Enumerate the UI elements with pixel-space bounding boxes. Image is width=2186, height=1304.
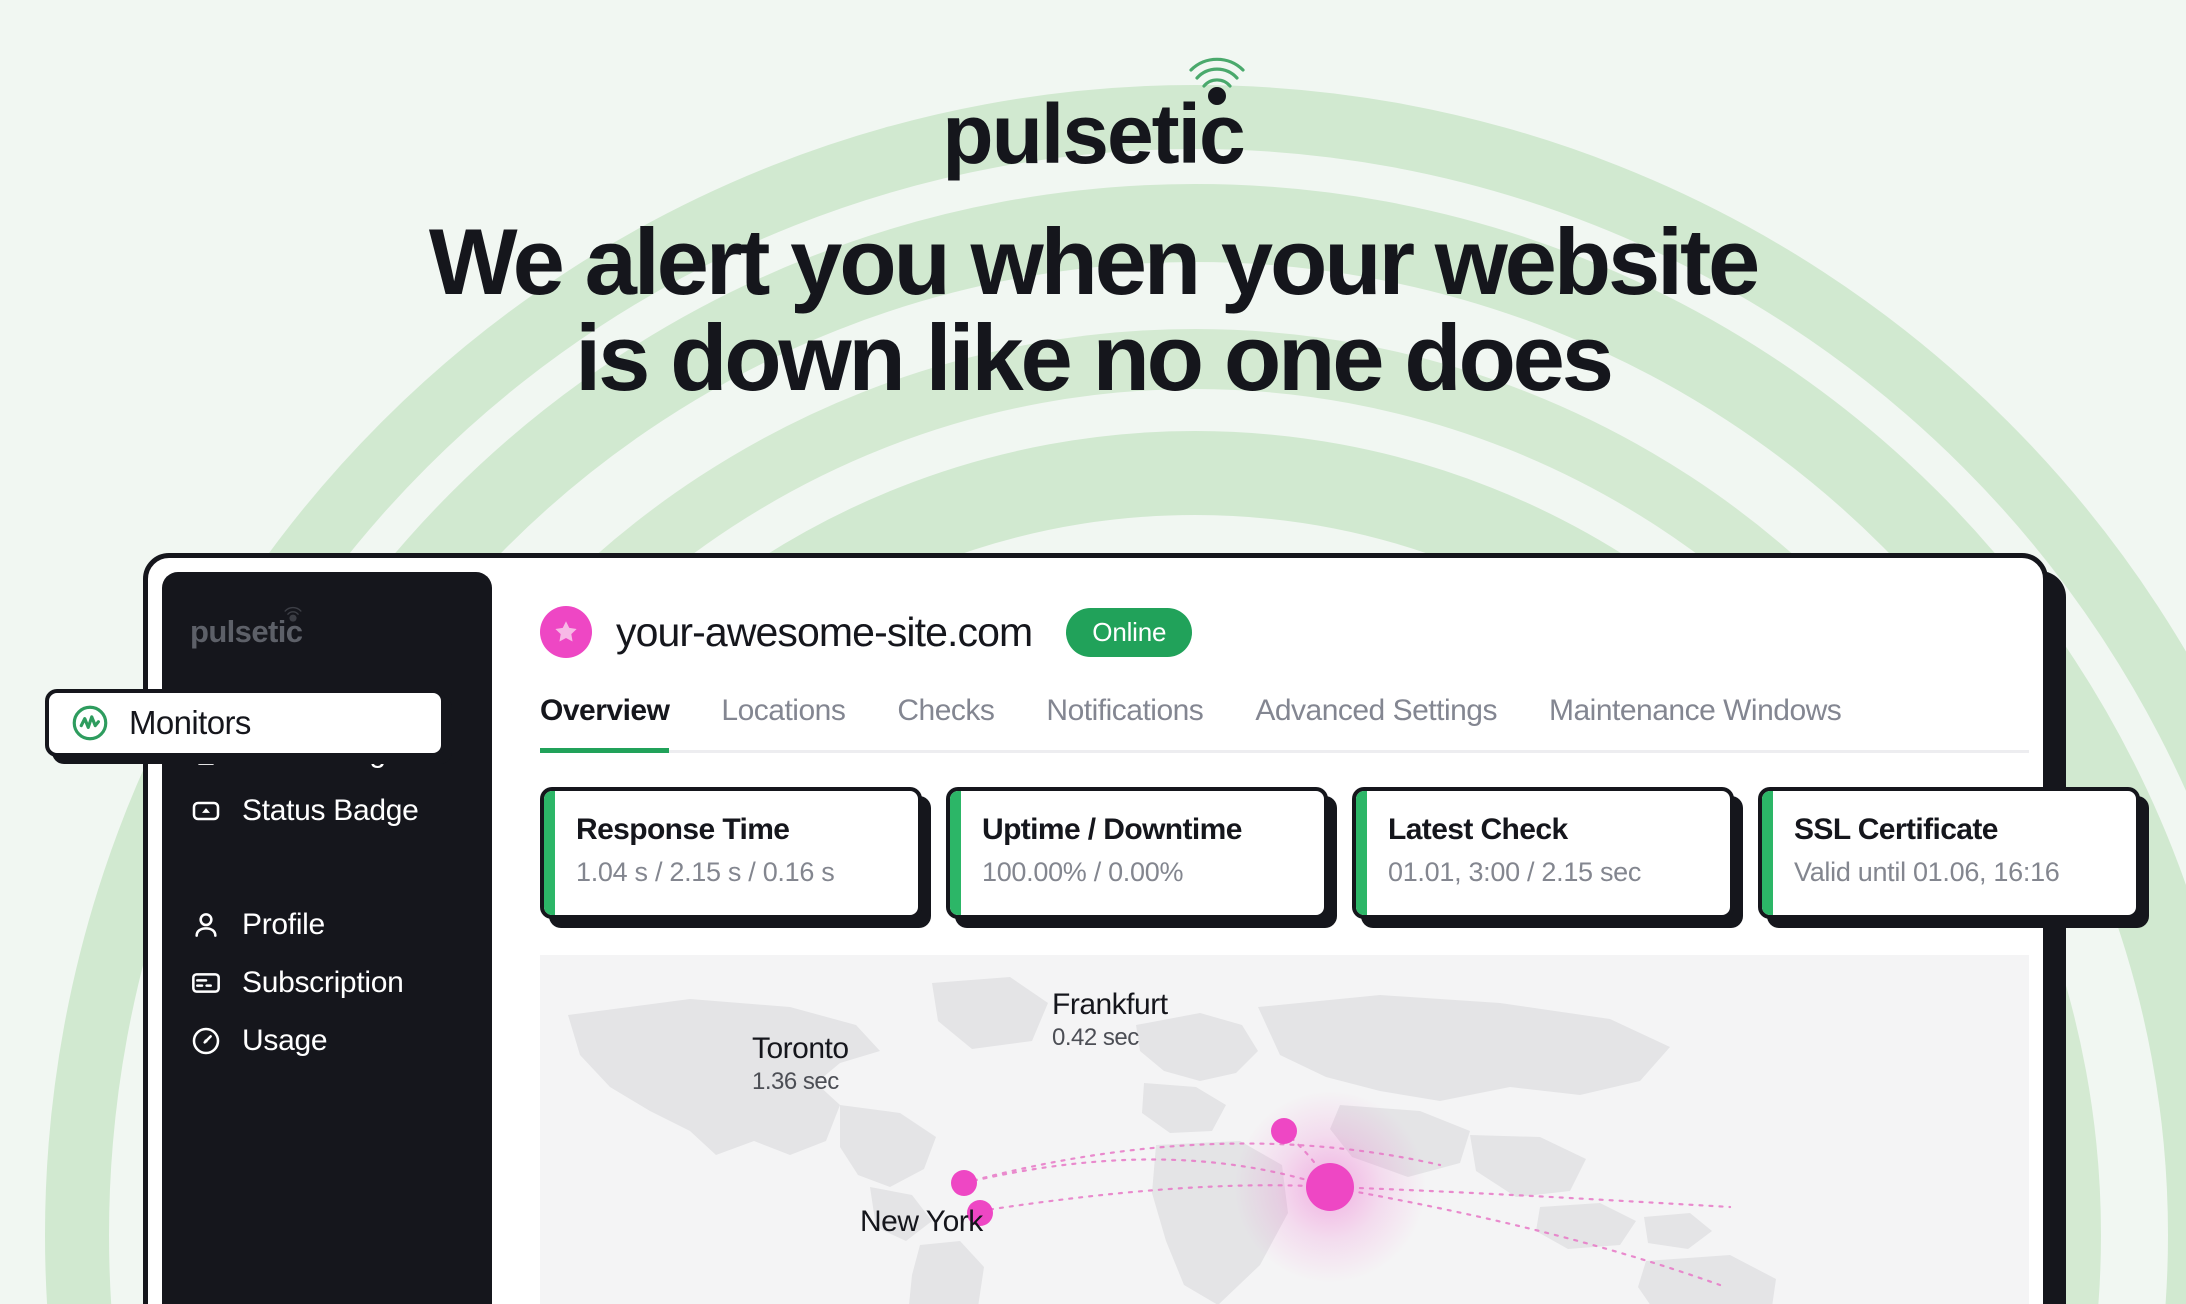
sidebar-item-label: Subscription (242, 966, 404, 999)
map-dot-hub (1306, 1163, 1354, 1211)
headline-line-1: We alert you when your website (428, 209, 1760, 314)
sidebar-item-subscription[interactable]: Subscription (162, 954, 492, 1012)
stat-card-title: Latest Check (1388, 813, 1568, 846)
stat-card-uptime-downtime[interactable]: Uptime / Downtime 100.00% / 0.00% (946, 787, 1328, 919)
site-header: your-awesome-site.com Online (492, 572, 2029, 658)
map-label-name: New York (860, 1205, 983, 1238)
main-content: your-awesome-site.com Online Overview Lo… (492, 572, 2140, 1304)
tab-notifications[interactable]: Notifications (1046, 694, 1203, 753)
sidebar-item-usage[interactable]: Usage (162, 1012, 492, 1070)
map-label-time: 1.36 sec (752, 1068, 839, 1095)
map-label-name: Toronto (752, 1032, 849, 1065)
pulse-signal-icon-small (284, 606, 302, 622)
map-dot-toronto (951, 1170, 977, 1196)
stat-card-value: 1.04 s / 2.15 s / 0.16 s (576, 857, 835, 887)
person-icon (195, 913, 217, 937)
stat-card-title: SSL Certificate (1794, 813, 1998, 846)
world-map-panel[interactable]: Toronto 1.36 sec New York Frankfurt 0.42… (540, 955, 2029, 1304)
sidebar: pulsetic Status Pages (162, 572, 492, 1304)
stat-card-value: 01.01, 3:00 / 2.15 sec (1388, 857, 1642, 887)
tab-maintenance-windows[interactable]: Maintenance Windows (1549, 694, 1842, 753)
map-label-name: Frankfurt (1052, 988, 1168, 1021)
sidebar-item-label: Usage (242, 1024, 328, 1057)
stat-card-value: Valid until 01.06, 16:16 (1794, 857, 2060, 887)
world-map (540, 955, 1848, 1304)
badge-play-icon (192, 801, 220, 821)
app-window: pulsetic Status Pages (45, 553, 2140, 1304)
app-window-inner: pulsetic Status Pages (45, 558, 2140, 1304)
tab-overview[interactable]: Overview (540, 694, 670, 753)
pulse-signal-icon (1189, 57, 1245, 105)
stat-card-title: Response Time (576, 813, 790, 846)
map-label-time: 0.42 sec (1052, 1024, 1139, 1051)
sidebar-item-label: Profile (242, 908, 325, 941)
map-label-frankfurt: Frankfurt 0.42 sec (1052, 988, 1168, 1052)
hero-section: pulsetic We alert you when your website … (0, 0, 2186, 406)
stat-card-row: Response Time 1.04 s / 2.15 s / 0.16 s U… (540, 787, 2140, 919)
headline-line-2: is down like no one does (575, 304, 1614, 410)
tab-bar: Overview Locations Checks Notifications … (540, 694, 2029, 753)
map-label-toronto: Toronto 1.36 sec (752, 1032, 849, 1096)
map-label-new-york: New York (860, 1205, 983, 1241)
gauge-icon (192, 1027, 220, 1055)
star-icon (555, 621, 577, 642)
pulse-monitor-icon (72, 705, 108, 741)
stat-card-latest-check[interactable]: Latest Check 01.01, 3:00 / 2.15 sec (1352, 787, 1734, 919)
stat-card-value: 100.00% / 0.00% (982, 857, 1184, 887)
sidebar-divider (162, 840, 492, 896)
page-title: your-awesome-site.com (616, 608, 1033, 655)
sidebar-item-profile[interactable]: Profile (162, 896, 492, 954)
tab-locations[interactable]: Locations (721, 694, 845, 753)
avatar (540, 606, 592, 658)
stat-card-response-time[interactable]: Response Time 1.04 s / 2.15 s / 0.16 s (540, 787, 922, 919)
page-title: We alert you when your website is down l… (0, 214, 2186, 406)
tab-advanced-settings[interactable]: Advanced Settings (1255, 694, 1497, 753)
sidebar-item-status-badge[interactable]: Status Badge (162, 782, 492, 840)
status-badge: Online (1066, 607, 1193, 657)
sidebar-item-monitors[interactable]: Monitors (45, 689, 445, 757)
sidebar-item-label: Monitors (129, 704, 251, 741)
sidebar-brand: pulsetic (190, 606, 492, 650)
credit-card-icon (192, 973, 220, 993)
stat-card-title: Uptime / Downtime (982, 813, 1242, 846)
stat-card-ssl-certificate[interactable]: SSL Certificate Valid until 01.06, 16:16 (1758, 787, 2140, 919)
tab-checks[interactable]: Checks (897, 694, 995, 753)
brand-logo: pulsetic (942, 57, 1246, 176)
page-root: pulsetic We alert you when your website … (0, 0, 2186, 1304)
sidebar-item-label: Status Badge (242, 794, 419, 827)
map-dot-frankfurt (1271, 1118, 1297, 1144)
